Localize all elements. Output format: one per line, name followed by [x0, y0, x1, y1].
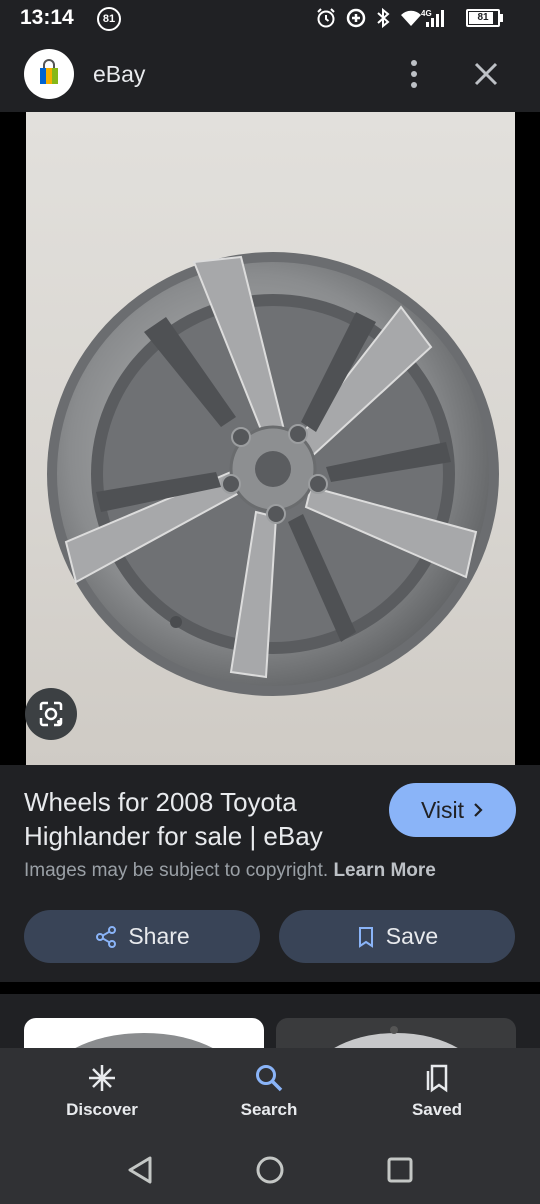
asterisk-icon [27, 1060, 177, 1096]
share-icon [96, 925, 117, 948]
result-title[interactable]: Wheels for 2008 Toyota Highlander for sa… [24, 785, 364, 853]
visit-button[interactable]: Visit [389, 783, 516, 837]
svg-text:4G: 4G [421, 9, 432, 18]
share-button[interactable]: Share [24, 910, 260, 963]
chevron-right-icon [474, 803, 483, 817]
home-icon[interactable] [252, 1152, 288, 1188]
status-bar: 13:14 81 4G 81 [0, 0, 540, 36]
app-bar: eBay [0, 36, 540, 112]
visit-label: Visit [420, 796, 465, 823]
related-results [0, 994, 540, 1048]
back-icon[interactable] [122, 1152, 158, 1188]
wifi-signal-icon: 4G [399, 7, 445, 29]
battery-indicator: 81 [466, 6, 503, 30]
close-icon[interactable] [470, 58, 502, 90]
save-label: Save [385, 923, 439, 949]
copyright-notice: Images may be subject to copyright. Lear… [24, 860, 436, 882]
recents-icon[interactable] [382, 1152, 418, 1188]
more-options-icon[interactable] [402, 56, 426, 92]
system-navigation-bar [0, 1136, 540, 1204]
lens-search-button[interactable] [25, 688, 77, 740]
app-title: eBay [93, 61, 146, 87]
bluetooth-icon [375, 7, 391, 29]
nav-search[interactable]: Search [194, 1060, 344, 1130]
status-icons: 4G [315, 6, 445, 30]
save-button[interactable]: Save [279, 910, 515, 963]
copyright-text: Images may be subject to copyright. [24, 860, 329, 881]
ebay-logo [24, 49, 74, 99]
image-viewer [0, 112, 540, 765]
saved-icon [362, 1060, 512, 1096]
related-thumbnail[interactable] [24, 1018, 264, 1048]
data-saver-icon [345, 7, 367, 29]
lens-icon [39, 701, 63, 727]
wheel-image[interactable] [26, 112, 515, 765]
related-thumbnail[interactable] [276, 1018, 516, 1048]
alarm-icon [315, 7, 337, 29]
bookmark-icon [358, 926, 373, 948]
nav-search-label: Search [240, 1100, 298, 1119]
nav-saved-label: Saved [411, 1100, 463, 1119]
battery-icon: 81 [466, 9, 503, 27]
learn-more-link[interactable]: Learn More [333, 860, 435, 881]
share-label: Share [128, 923, 190, 949]
search-icon [194, 1060, 344, 1096]
nav-discover[interactable]: Discover [27, 1060, 177, 1130]
divider [0, 982, 540, 994]
status-time: 13:14 [20, 6, 74, 29]
result-info-panel: Wheels for 2008 Toyota Highlander for sa… [0, 765, 540, 982]
bottom-navigation: Discover Search Saved [0, 1048, 540, 1136]
nav-saved[interactable]: Saved [362, 1060, 512, 1130]
notification-count-badge: 81 [97, 7, 121, 31]
nav-discover-label: Discover [66, 1100, 138, 1119]
